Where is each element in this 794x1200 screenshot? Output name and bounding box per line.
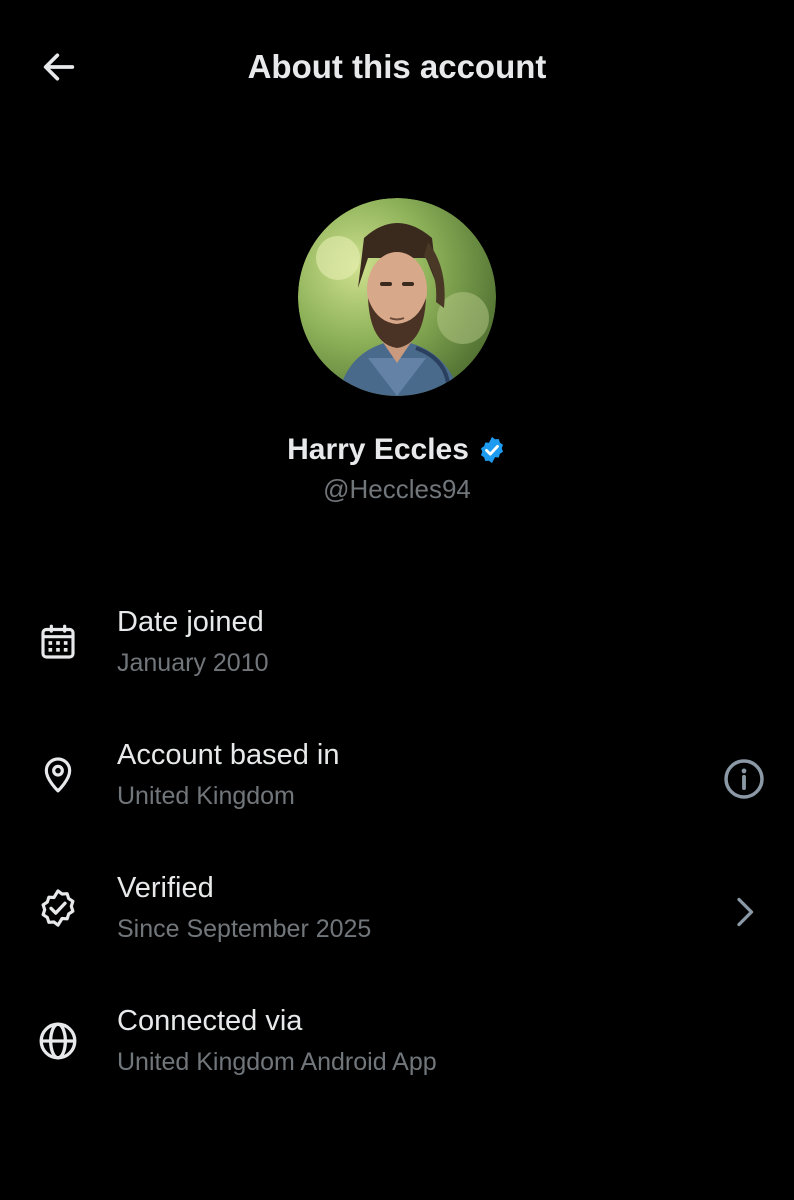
info-button[interactable] [720, 755, 768, 803]
verified-badge-icon [477, 435, 507, 465]
calendar-icon [36, 620, 80, 664]
detail-value: January 2010 [117, 649, 269, 677]
detail-value: United Kingdom [117, 782, 295, 810]
page-title: About this account [247, 48, 547, 85]
detail-row-date-joined: Date joined January 2010 [0, 596, 794, 729]
detail-value: United Kingdom Android App [117, 1048, 437, 1076]
detail-row-connected-via: Connected via United Kingdom Android App [0, 995, 794, 1128]
detail-title: Account based in [117, 739, 340, 771]
chevron-right-icon [737, 897, 754, 927]
detail-title: Connected via [117, 1005, 303, 1037]
detail-title: Date joined [117, 606, 264, 638]
detail-title: Verified [117, 872, 214, 904]
name-row: Harry Eccles [287, 430, 507, 470]
display-name: Harry Eccles [287, 433, 469, 466]
account-details-list: Date joined January 2010 Account based i… [0, 596, 794, 1128]
detail-row-verified[interactable]: Verified Since September 2025 [0, 862, 794, 995]
detail-value: Since September 2025 [117, 915, 372, 943]
location-pin-icon [36, 753, 80, 797]
info-icon [724, 759, 764, 799]
top-bar: About this account [0, 0, 794, 134]
verified-details-button[interactable] [720, 888, 768, 936]
detail-row-account-based-in: Account based in United Kingdom [0, 729, 794, 862]
user-handle: @Heccles94 [323, 474, 471, 504]
verified-seal-icon [36, 886, 80, 930]
globe-icon [36, 1019, 80, 1063]
avatar[interactable] [298, 198, 496, 396]
profile-summary: Harry Eccles @Heccles94 [0, 198, 794, 506]
